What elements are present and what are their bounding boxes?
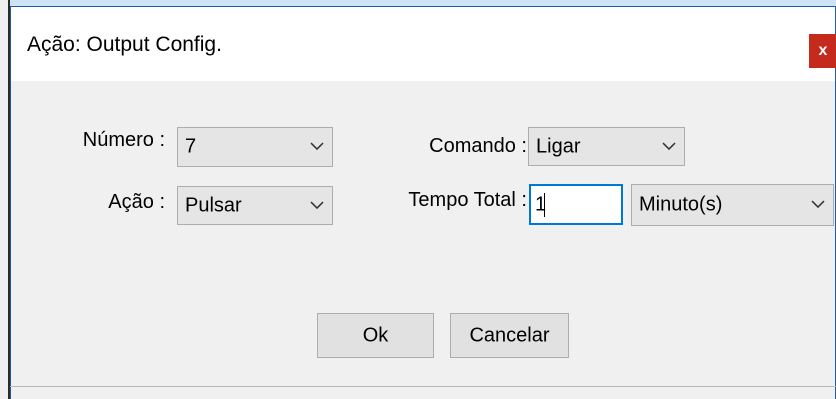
comando-value: Ligar (536, 135, 581, 157)
ok-button[interactable]: Ok (317, 313, 434, 358)
comando-label: Comando : (429, 135, 527, 157)
tempo-total-input[interactable]: 1 (529, 184, 623, 225)
cancelar-button-label: Cancelar (469, 324, 550, 346)
numero-label: Número : (82, 129, 165, 151)
tempo-total-label: Tempo Total : (408, 189, 527, 211)
window-title: Ação: Output Config. (27, 33, 222, 56)
screen: Ação: Output Config. x Número : 7 Comand… (0, 0, 836, 399)
dialog-bottom-edge (10, 386, 836, 387)
cancelar-button[interactable]: Cancelar (450, 313, 569, 358)
close-button[interactable]: x (809, 34, 836, 68)
chevron-down-icon (310, 142, 324, 151)
numero-value: 7 (185, 135, 197, 158)
close-icon: x (818, 42, 828, 59)
unidade-select[interactable]: Minuto(s) (631, 184, 834, 226)
acao-value: Pulsar (185, 194, 242, 216)
chevron-down-icon (310, 201, 324, 209)
chevron-down-icon (811, 200, 825, 209)
output-config-dialog: Ação: Output Config. x Número : 7 Comand… (10, 6, 836, 399)
acao-select[interactable]: Pulsar (177, 186, 333, 225)
text-caret (544, 193, 545, 217)
numero-select[interactable]: 7 (177, 127, 333, 167)
acao-label: Ação : (108, 191, 165, 213)
comando-select[interactable]: Ligar (528, 127, 685, 166)
ok-button-label: Ok (362, 324, 389, 346)
chevron-down-icon (662, 142, 676, 150)
unidade-value: Minuto(s) (639, 193, 723, 216)
title-bar[interactable]: Ação: Output Config. x (11, 7, 836, 81)
